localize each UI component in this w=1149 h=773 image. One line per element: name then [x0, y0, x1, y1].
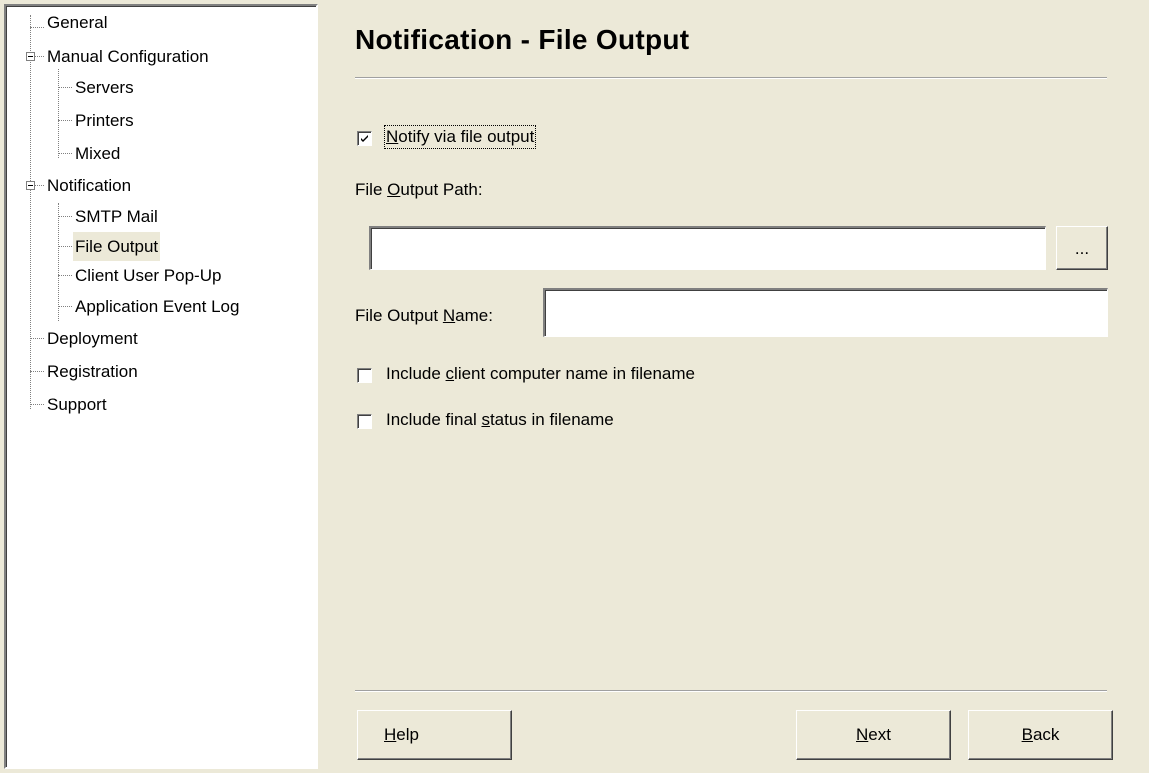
navigation-tree[interactable]: General Manual Configuration Servers Pri…: [4, 4, 318, 769]
tree-item-notification[interactable]: Notification: [45, 171, 133, 200]
tree-item-deployment[interactable]: Deployment: [45, 324, 140, 353]
notify-via-file-output-label[interactable]: Notify via file output: [383, 125, 537, 149]
file-output-path-label: File Output Path:: [355, 180, 483, 199]
tree-item-client-user-popup[interactable]: Client User Pop-Up: [73, 261, 223, 290]
include-computer-name-checkbox[interactable]: [357, 368, 372, 383]
collapse-notification-icon[interactable]: [26, 181, 35, 190]
include-final-status-checkbox[interactable]: [357, 414, 372, 429]
tree-root-connector: [30, 15, 31, 409]
page-title: Notification - File Output: [355, 24, 690, 55]
checkmark-icon: [361, 135, 368, 142]
next-button[interactable]: Next: [796, 710, 951, 760]
tree-item-servers[interactable]: Servers: [73, 73, 136, 102]
tree-item-mixed[interactable]: Mixed: [73, 139, 122, 168]
file-output-name-input[interactable]: [543, 288, 1108, 337]
tree-branch-connector-manual: [58, 69, 59, 158]
tree-item-smtp-mail[interactable]: SMTP Mail: [73, 202, 160, 231]
file-output-path-input[interactable]: [369, 226, 1046, 270]
file-output-name-label: File Output Name:: [355, 306, 493, 325]
footer-divider: [355, 690, 1107, 692]
notify-via-file-output-checkbox[interactable]: [357, 131, 372, 146]
tree-item-application-event-log[interactable]: Application Event Log: [73, 292, 241, 321]
tree-item-file-output[interactable]: File Output: [73, 232, 161, 261]
help-button[interactable]: Help: [357, 710, 512, 760]
tree-branch-connector-notification: [58, 203, 59, 321]
include-computer-name-label[interactable]: Include client computer name in filename: [386, 364, 695, 384]
tree-item-general[interactable]: General: [45, 9, 109, 38]
title-divider: [355, 77, 1107, 79]
back-button[interactable]: Back: [968, 710, 1113, 760]
collapse-manual-configuration-icon[interactable]: [26, 52, 35, 61]
include-final-status-label[interactable]: Include final status in filename: [386, 410, 614, 430]
tree-item-registration[interactable]: Registration: [45, 357, 140, 386]
tree-item-support[interactable]: Support: [45, 390, 109, 419]
tree-item-manual-configuration[interactable]: Manual Configuration: [45, 42, 211, 71]
tree-item-printers[interactable]: Printers: [73, 106, 136, 135]
browse-button[interactable]: ...: [1056, 226, 1108, 270]
